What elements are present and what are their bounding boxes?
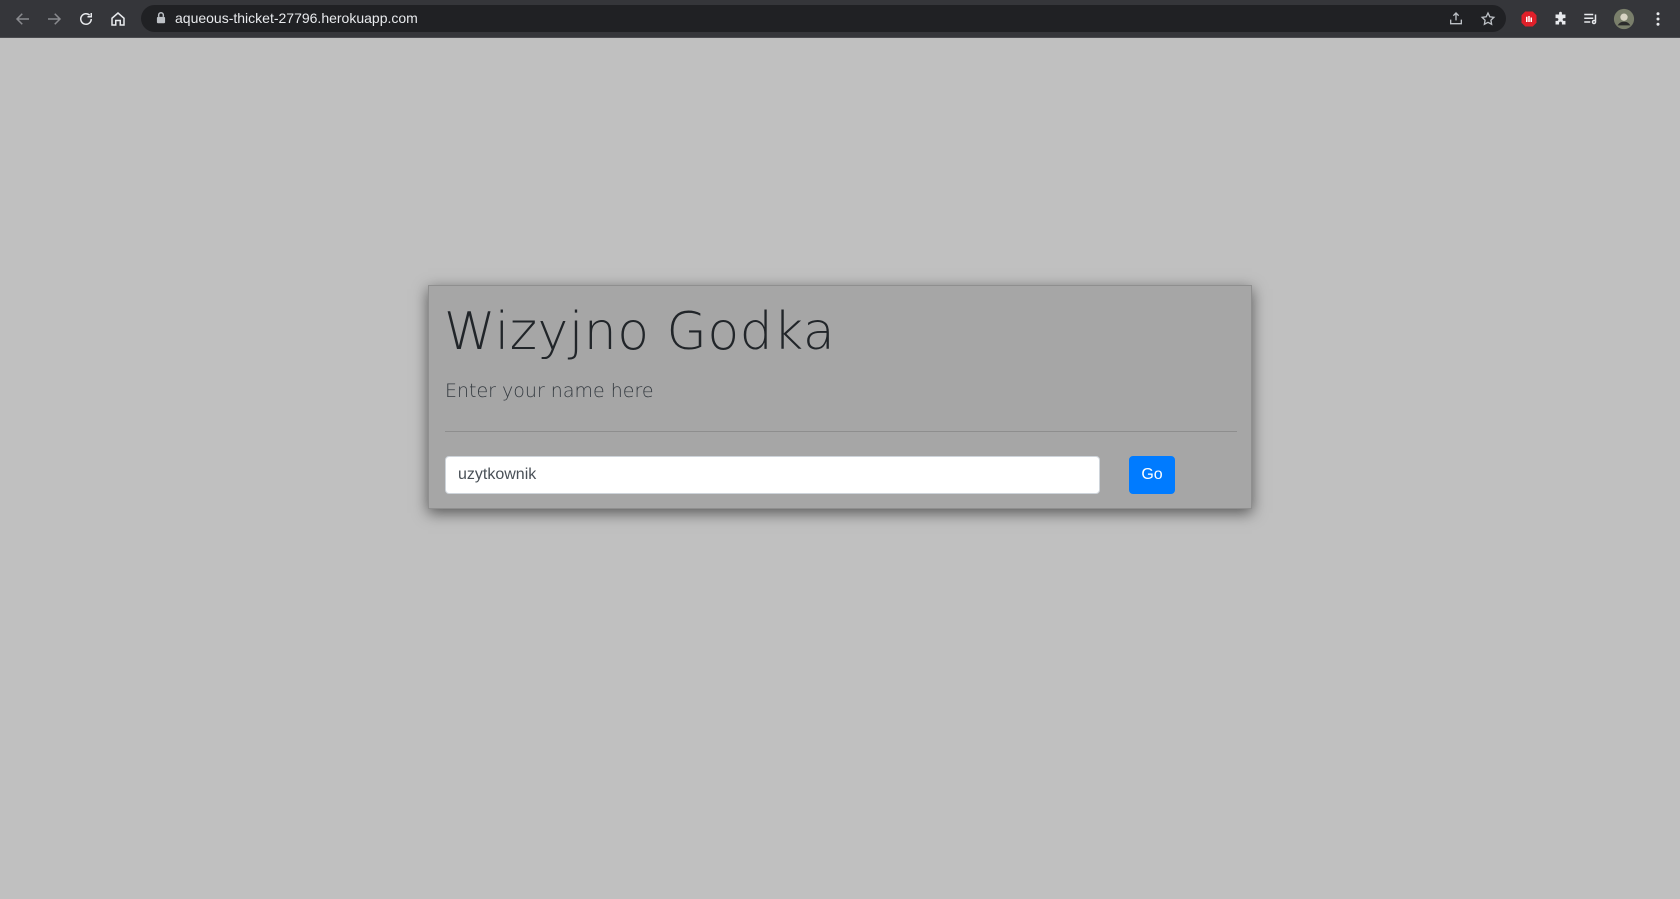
name-input[interactable] — [445, 456, 1100, 494]
page-subtitle: Enter your name here — [445, 380, 654, 402]
page-body: Wizyjno Godka Enter your name here Go — [0, 38, 1680, 899]
address-bar[interactable]: aqueous-thicket-27796.herokuapp.com — [141, 5, 1506, 32]
divider — [445, 431, 1237, 432]
home-icon[interactable] — [102, 3, 134, 35]
bookmark-star-icon[interactable] — [1477, 8, 1499, 30]
extensions-icon[interactable] — [1547, 6, 1573, 32]
profile-avatar[interactable] — [1611, 6, 1637, 32]
forward-icon[interactable] — [38, 3, 70, 35]
login-card: Wizyjno Godka Enter your name here Go — [428, 285, 1252, 509]
browser-toolbar: aqueous-thicket-27796.herokuapp.com — [0, 0, 1680, 37]
reload-icon[interactable] — [70, 3, 102, 35]
go-button[interactable]: Go — [1129, 456, 1175, 494]
page-title: Wizyjno Godka — [444, 302, 836, 362]
url-text: aqueous-thicket-27796.herokuapp.com — [175, 10, 418, 26]
media-control-icon[interactable] — [1578, 6, 1604, 32]
more-menu-icon[interactable] — [1645, 6, 1671, 32]
adblock-icon[interactable] — [1516, 6, 1542, 32]
lock-icon — [156, 12, 166, 24]
back-icon[interactable] — [7, 3, 39, 35]
share-icon[interactable] — [1445, 8, 1467, 30]
